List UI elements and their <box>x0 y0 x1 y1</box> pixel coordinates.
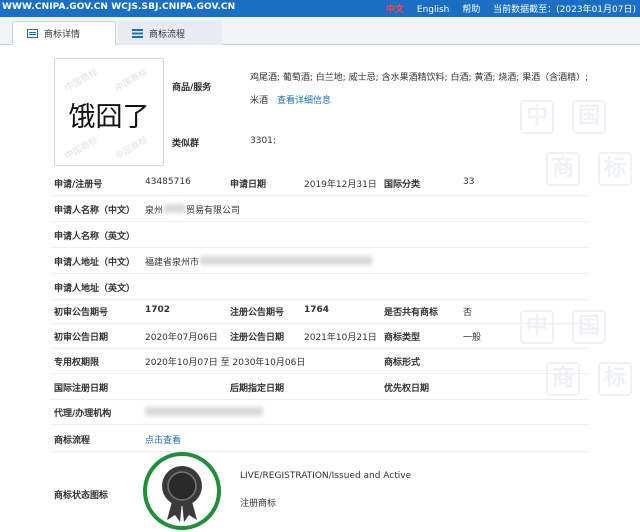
applicant-cn-suffix: 贸易有限公司 <box>186 206 241 216</box>
address-cn-prefix: 福建省泉州市 <box>145 258 200 268</box>
mark-type-label: 商标类型 <box>384 333 421 343</box>
redacted-block <box>145 407 263 416</box>
applicant-cn-prefix: 泉州 <box>145 206 164 216</box>
row-divider <box>50 221 590 222</box>
reg-pub-no-value: 1764 <box>304 305 330 315</box>
app-date-value: 2019年12月31日 <box>304 180 377 190</box>
status-english: LIVE/REGISTRATION/Issued and Active <box>240 471 412 481</box>
top-bar: WWW.CNIPA.GOV.CN WCJS.SBJ.CNIPA.GOV.CN 中… <box>0 0 640 17</box>
lang-english-link[interactable]: English <box>417 5 450 15</box>
row-divider <box>50 323 590 324</box>
trademark-text: 饿囧了 <box>68 102 150 133</box>
reg-no-label: 申请/注册号 <box>54 180 103 190</box>
goods-services-label: 商品/服务 <box>172 83 212 93</box>
watermark-char: 中 <box>520 310 554 344</box>
row-divider <box>50 299 590 300</box>
prelim-date-label: 初审公告日期 <box>54 333 109 343</box>
status-icon-label: 商标状态图标 <box>54 491 109 501</box>
agent-label: 代理/办理机构 <box>54 409 112 419</box>
status-chinese: 注册商标 <box>240 499 277 509</box>
image-watermark: 中国商标 <box>113 67 150 95</box>
mark-type-value: 一般 <box>463 333 482 343</box>
reg-no-value: 43485716 <box>145 177 191 187</box>
address-cn-label: 申请人地址（中文） <box>54 258 136 268</box>
image-watermark: 中国商标 <box>113 135 150 163</box>
tab-bar: 商标详情 商标流程 <box>0 17 640 45</box>
exclusive-period-value: 2020年10月07日 至 2030年10月06日 <box>145 358 306 368</box>
watermark-char: 标 <box>598 152 632 186</box>
tab-label: 商标流程 <box>149 29 186 40</box>
similar-group-label: 类似群 <box>172 139 200 149</box>
row-divider <box>50 348 590 349</box>
prelim-date-value: 2020年07月06日 <box>145 333 218 343</box>
document-icon <box>27 28 38 38</box>
background-watermark: 中 国 商 标 中 国 商 标 <box>510 60 640 480</box>
row-divider <box>50 273 590 274</box>
tab-trademark-process[interactable]: 商标流程 <box>118 21 222 45</box>
site-urls[interactable]: WWW.CNIPA.GOV.CN WCJS.SBJ.CNIPA.GOV.CN <box>2 2 235 12</box>
reg-pub-date-label: 注册公告日期 <box>230 333 285 343</box>
watermark-char: 中 <box>520 100 554 134</box>
data-cutoff-text: 当前数据截至：(2023年01月07日) <box>493 5 636 15</box>
watermark-char: 国 <box>572 100 606 134</box>
tab-trademark-details[interactable]: 商标详情 <box>12 21 116 45</box>
lang-chinese-link[interactable]: 中文 <box>386 5 404 15</box>
watermark-char: 国 <box>572 310 606 344</box>
status-badge <box>143 452 221 530</box>
priority-date-label: 优先权日期 <box>384 384 430 394</box>
process-view-link[interactable]: 点击查看 <box>145 433 181 446</box>
trademark-image: 中国商标 中国商标 中国商标 中国商标 饿囧了 <box>54 58 164 166</box>
intl-class-value: 33 <box>463 177 475 187</box>
reg-pub-date-value: 2021年10月21日 <box>304 333 377 343</box>
later-date-label: 后期指定日期 <box>230 384 285 394</box>
row-divider <box>50 373 590 374</box>
reg-pub-no-label: 注册公告期号 <box>230 308 285 318</box>
row-divider <box>50 451 590 452</box>
top-bar-right: 中文 English 帮助 当前数据截至：(2023年01月07日) <box>376 2 636 15</box>
tab-label: 商标详情 <box>44 29 81 40</box>
applicant-en-label: 申请人名称（英文） <box>54 232 136 242</box>
app-date-label: 申请日期 <box>230 180 267 190</box>
list-icon <box>132 28 143 38</box>
prelim-no-label: 初审公告期号 <box>54 308 109 318</box>
intl-reg-date-label: 国际注册日期 <box>54 384 109 394</box>
goods-services-value-cont: 米酒 <box>250 96 269 106</box>
image-watermark: 中国商标 <box>63 135 100 163</box>
shared-mark-label: 是否共有商标 <box>384 308 439 318</box>
watermark-char: 商 <box>546 152 580 186</box>
row-divider <box>50 399 590 400</box>
applicant-cn-label: 申请人名称（中文） <box>54 206 136 216</box>
redacted-block <box>164 204 186 213</box>
prelim-no-value: 1702 <box>145 305 171 315</box>
shared-mark-value: 否 <box>463 308 473 318</box>
image-watermark: 中国商标 <box>63 67 100 95</box>
row-divider <box>50 195 590 196</box>
mark-form-label: 商标形式 <box>384 358 421 368</box>
intl-class-label: 国际分类 <box>384 180 421 190</box>
row-divider <box>50 424 590 425</box>
watermark-char: 商 <box>546 362 580 396</box>
help-link[interactable]: 帮助 <box>462 5 480 15</box>
redacted-block <box>200 256 372 265</box>
view-details-link[interactable]: 查看详细信息 <box>277 93 331 106</box>
similar-group-value: 3301; <box>250 136 276 146</box>
row-divider <box>50 247 590 248</box>
award-ribbon-icon <box>162 466 202 522</box>
address-en-label: 申请人地址（英文） <box>54 284 136 294</box>
process-label: 商标流程 <box>54 436 91 446</box>
goods-services-value: 鸡尾酒; 葡萄酒; 白兰地; 威士忌; 含水果酒精饮料; 白酒; 黄酒; 烧酒;… <box>250 73 589 83</box>
exclusive-period-label: 专用权期限 <box>54 358 100 368</box>
watermark-char: 标 <box>598 362 632 396</box>
